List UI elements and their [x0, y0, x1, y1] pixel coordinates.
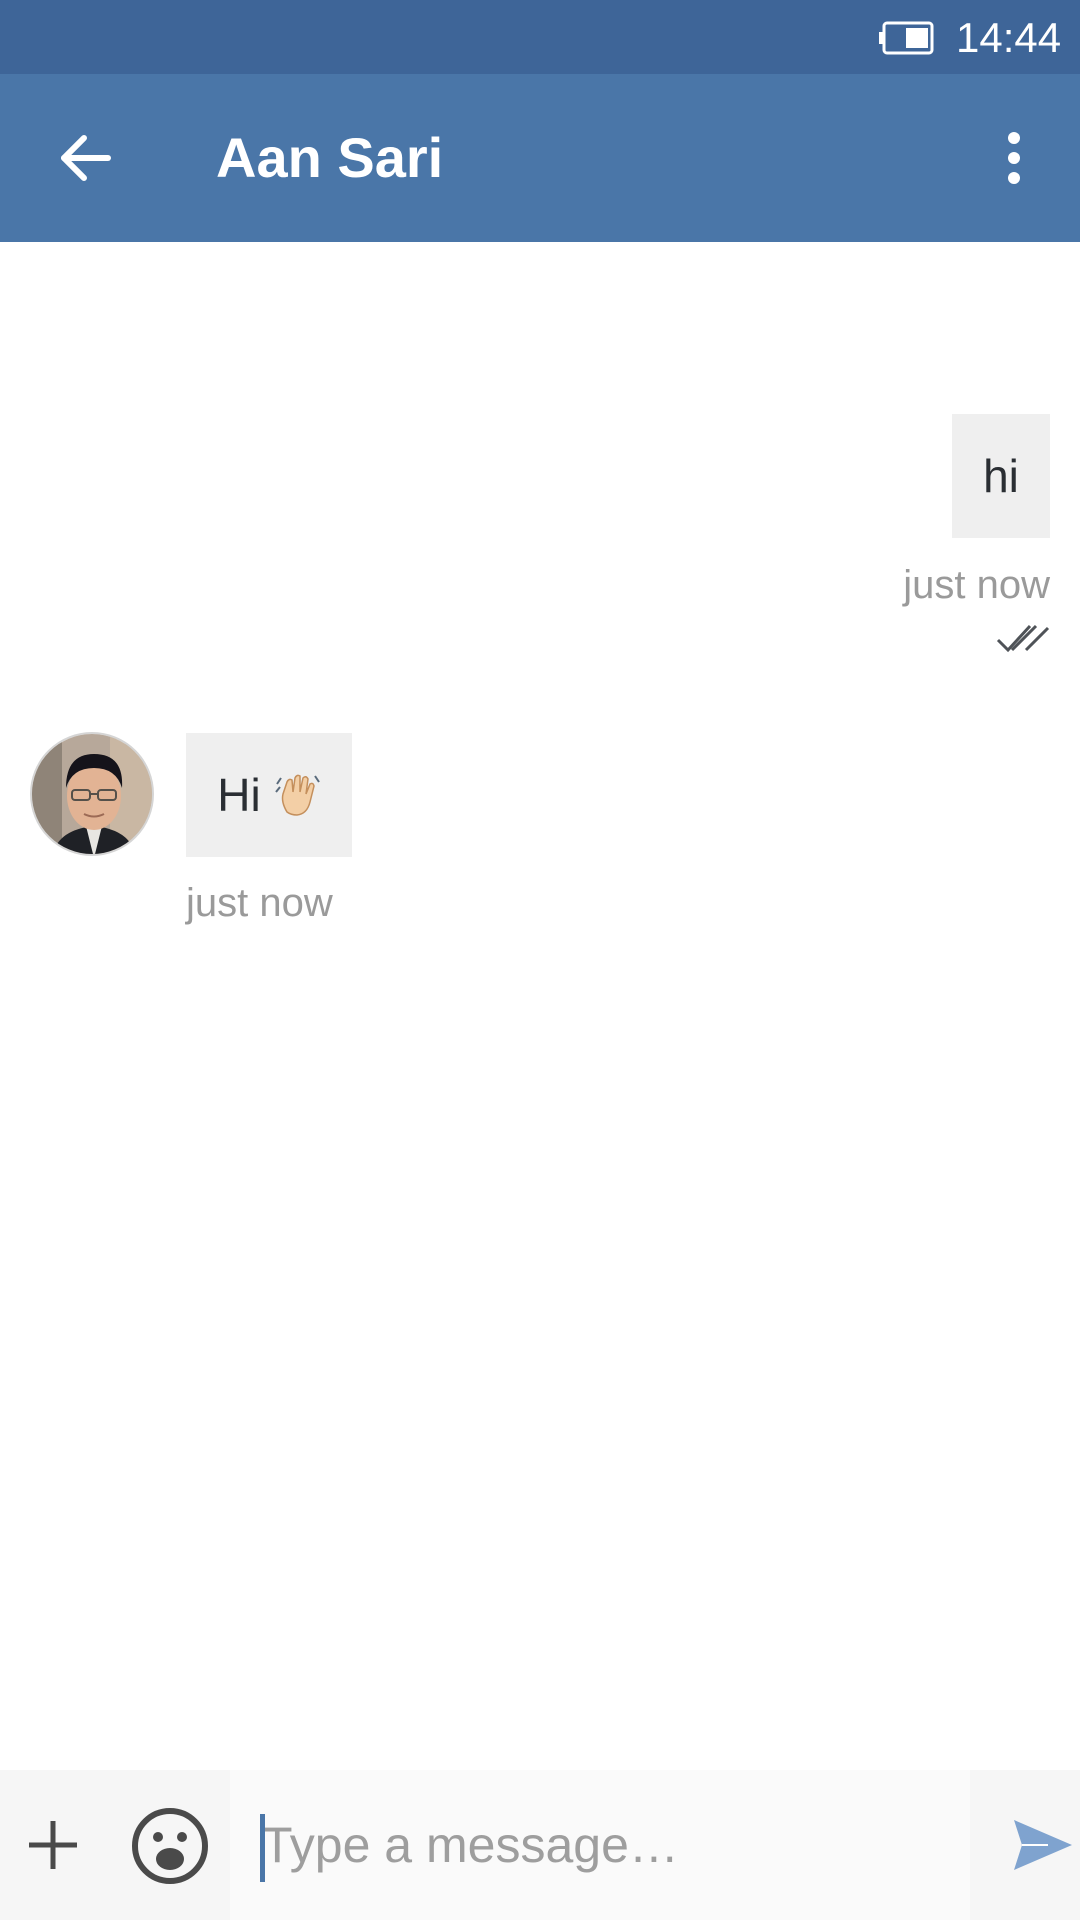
message-bubble-incoming[interactable]: Hi — [186, 733, 352, 857]
avatar-image — [32, 734, 152, 854]
smiley-icon — [132, 1808, 208, 1884]
send-icon — [1014, 1820, 1072, 1870]
more-vert-icon — [1008, 132, 1020, 184]
plus-icon — [29, 1821, 77, 1869]
message-text: Hi — [217, 769, 261, 821]
waving-hand-icon — [274, 774, 320, 816]
avatar[interactable] — [30, 732, 154, 856]
arrow-left-icon — [61, 135, 111, 181]
status-bar: 14:44 — [0, 0, 1080, 74]
message-input[interactable] — [230, 1770, 970, 1920]
add-attachment-button[interactable] — [20, 1806, 86, 1884]
app-bar: Aan Sari — [0, 74, 1080, 242]
message-text: hi — [983, 450, 1019, 502]
emoji-button[interactable] — [128, 1804, 212, 1888]
message-timestamp: just now — [903, 563, 1050, 607]
message-bubble-outgoing[interactable]: hi — [952, 414, 1050, 538]
double-check-icon — [996, 624, 1050, 653]
status-time: 14:44 — [956, 14, 1062, 61]
more-options-button[interactable] — [982, 116, 1046, 200]
send-button[interactable] — [1010, 1812, 1076, 1878]
text-caret — [260, 1814, 265, 1882]
battery-icon — [879, 21, 934, 55]
message-timestamp: just now — [186, 881, 333, 925]
back-button[interactable] — [44, 116, 128, 200]
chat-title: Aan Sari — [216, 126, 444, 189]
composer-bar — [0, 1770, 1080, 1920]
